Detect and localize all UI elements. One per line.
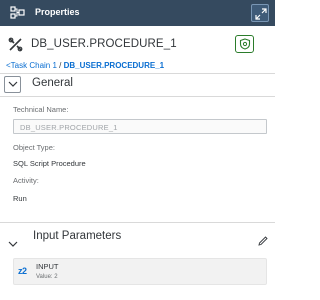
breadcrumb: <Task Chain 1 / DB_USER.PROCEDURE_1: [6, 61, 164, 70]
input-parameters-section-header[interactable]: Input Parameters: [0, 228, 275, 250]
divider: [0, 73, 275, 74]
shield-status-icon: [239, 38, 251, 50]
parameter-value: Value: 2: [36, 274, 58, 280]
parameter-card[interactable]: z2 INPUT Value: 2: [13, 258, 267, 285]
object-title-row: DB_USER.PROCEDURE_1: [0, 34, 275, 58]
collapse-button[interactable]: [4, 76, 21, 93]
input-parameters-title: Input Parameters: [33, 230, 122, 242]
object-title: DB_USER.PROCEDURE_1: [31, 38, 177, 50]
parameter-name: INPUT: [36, 262, 59, 271]
breadcrumb-separator: /: [59, 61, 62, 70]
object-type-label: Object Type:: [13, 143, 55, 152]
breadcrumb-current: DB_USER.PROCEDURE_1: [63, 61, 165, 70]
pencil-icon[interactable]: [258, 233, 268, 251]
chevron-down-icon[interactable]: [8, 235, 18, 253]
divider: [0, 96, 275, 97]
technical-name-label: Technical Name:: [13, 105, 69, 114]
general-section-header[interactable]: General: [0, 75, 275, 97]
expand-icon: [255, 8, 267, 20]
object-type-value: SQL Script Procedure: [13, 159, 86, 168]
activity-label: Activity:: [13, 176, 39, 185]
procedure-icon: [8, 37, 23, 52]
task-chain-icon: [10, 6, 25, 20]
status-badge[interactable]: [235, 35, 254, 53]
divider: [0, 222, 275, 223]
chevron-down-icon: [8, 81, 18, 87]
integer-type-icon: z2: [18, 266, 27, 276]
panel-title: Properties: [35, 7, 80, 17]
technical-name-field: DB_USER.PROCEDURE_1: [13, 119, 267, 134]
panel-header: Properties: [0, 0, 275, 26]
breadcrumb-parent-link[interactable]: <Task Chain 1: [6, 61, 57, 70]
general-section-title: General: [32, 77, 73, 89]
expand-button[interactable]: [251, 4, 269, 22]
activity-value: Run: [13, 194, 27, 203]
